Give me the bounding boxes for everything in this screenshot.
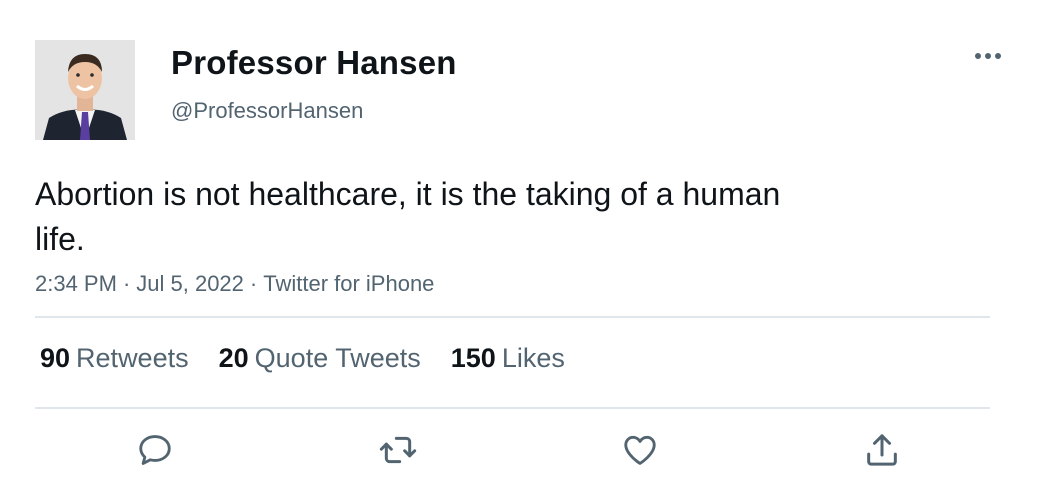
reply-icon[interactable] xyxy=(135,430,175,470)
retweets-count: 90 xyxy=(40,343,71,373)
tweet-stats: 90 Retweets 20 Quote Tweets 150 Likes xyxy=(40,343,595,374)
user-handle[interactable]: @ProfessorHansen xyxy=(171,98,363,124)
share-icon[interactable] xyxy=(862,430,902,470)
tweet-metadata: 2:34 PM · Jul 5, 2022 · Twitter for iPhone xyxy=(35,271,434,297)
tweet-source[interactable]: Twitter for iPhone xyxy=(263,271,434,296)
retweets-stat[interactable]: 90 Retweets xyxy=(40,343,189,374)
quote-tweets-stat[interactable]: 20 Quote Tweets xyxy=(219,343,421,374)
likes-stat[interactable]: 150 Likes xyxy=(451,343,565,374)
retweets-label: Retweets xyxy=(76,343,189,373)
more-options-icon[interactable] xyxy=(972,44,1004,68)
divider xyxy=(35,407,990,409)
heart-icon[interactable] xyxy=(620,430,660,470)
tweet-text: Abortion is not healthcare, it is the ta… xyxy=(35,176,781,257)
avatar-photo xyxy=(35,40,135,140)
retweet-icon[interactable] xyxy=(378,430,418,470)
meta-separator: · xyxy=(249,271,258,296)
meta-separator: · xyxy=(122,271,131,296)
likes-label: Likes xyxy=(501,343,565,373)
display-name[interactable]: Professor Hansen xyxy=(171,44,457,82)
tweet-card: Professor Hansen @ProfessorHansen Aborti… xyxy=(0,0,1050,480)
tweet-time[interactable]: 2:34 PM xyxy=(35,271,117,296)
quote-tweets-count: 20 xyxy=(218,343,249,373)
quote-tweets-label: Quote Tweets xyxy=(254,343,421,373)
likes-count: 150 xyxy=(450,343,496,373)
divider xyxy=(35,316,990,318)
tweet-date[interactable]: Jul 5, 2022 xyxy=(136,271,244,296)
avatar[interactable] xyxy=(35,40,135,140)
